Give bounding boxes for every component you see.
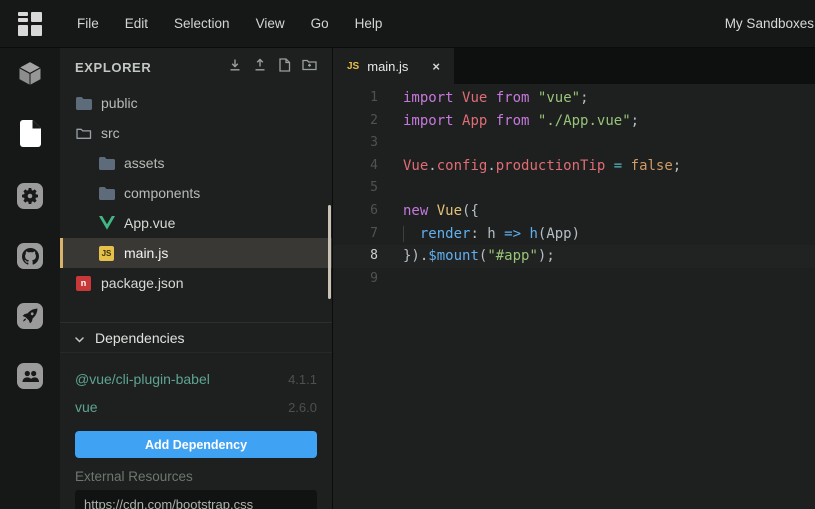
add-dependency-button[interactable]: Add Dependency [75, 431, 317, 458]
file-main-js[interactable]: JSmain.js [60, 238, 332, 268]
main-menu: FileEditSelectionViewGoHelp [64, 10, 395, 37]
line-number: 3 [333, 132, 378, 155]
file-tree: publicsrcassetscomponentsApp.vueJSmain.j… [60, 88, 332, 298]
dependencies-title: Dependencies [95, 330, 185, 346]
dependency-vue[interactable]: vue 2.6.0 [60, 393, 332, 421]
gear-icon [17, 183, 43, 209]
menu-bar: FileEditSelectionViewGoHelp My Sandboxes [0, 0, 815, 48]
menu-view[interactable]: View [243, 10, 298, 37]
menu-go[interactable]: Go [298, 10, 342, 37]
dependency--vue-cli-plugin-babel[interactable]: @vue/cli-plugin-babel 4.1.1 [60, 365, 332, 393]
explorer-panel: EXPLORER publicsrcassetscomponentsApp.vu… [60, 48, 333, 509]
line-number: 5 [333, 177, 378, 200]
my-sandboxes-link[interactable]: My Sandboxes [725, 16, 815, 31]
activity-deployment[interactable] [16, 302, 44, 330]
external-resource-input[interactable] [75, 490, 317, 509]
activity-live[interactable] [16, 362, 44, 390]
line-number: 9 [333, 268, 378, 291]
code-line-6: 6new Vue({ [333, 200, 815, 223]
tab-main-js[interactable]: JS main.js × [333, 48, 454, 84]
line-number: 1 [333, 87, 378, 110]
folder-components[interactable]: components [60, 178, 332, 208]
line-number: 8 [333, 245, 378, 268]
tab-bar: JS main.js × [333, 48, 815, 84]
editor-panel: JS main.js × 1import Vue from "vue";2imp… [333, 48, 815, 509]
dependency-name: vue [75, 399, 98, 415]
js-file-icon: JS [347, 61, 359, 72]
file-icon [20, 120, 41, 152]
explorer-title: EXPLORER [75, 60, 151, 75]
line-number: 6 [333, 200, 378, 223]
folder-icon [98, 187, 115, 200]
codesandbox-app: FileEditSelectionViewGoHelp My Sandboxes… [0, 0, 815, 509]
explorer-scrollbar[interactable] [328, 205, 331, 299]
folder-icon [75, 97, 92, 110]
activity-file-explorer[interactable] [16, 122, 44, 150]
tab-close-icon[interactable]: × [432, 59, 440, 74]
code-line-4: 4Vue.config.productionTip = false; [333, 155, 815, 178]
dependencies-header[interactable]: Dependencies [60, 323, 332, 353]
npm-file-icon: n [75, 276, 92, 291]
upload-files-button[interactable] [253, 58, 267, 77]
new-file-button[interactable] [278, 58, 291, 77]
code-line-7: 7 render: h => h(App) [333, 223, 815, 246]
cube-icon [17, 60, 43, 92]
export-zip-button[interactable] [228, 58, 242, 77]
new-folder-button[interactable] [302, 58, 317, 77]
folder-public[interactable]: public [60, 88, 332, 118]
code-line-5: 5 [333, 177, 815, 200]
activity-sandbox-settings[interactable] [16, 182, 44, 210]
main-area: EXPLORER publicsrcassetscomponentsApp.vu… [0, 48, 815, 509]
new-file-icon [278, 58, 291, 77]
tab-label: main.js [367, 59, 408, 74]
menu-selection[interactable]: Selection [161, 10, 243, 37]
users-icon [17, 363, 43, 389]
folder-src[interactable]: src [60, 118, 332, 148]
line-number: 7 [333, 223, 378, 246]
file-app-vue[interactable]: App.vue [60, 208, 332, 238]
folder-icon [98, 157, 115, 170]
upload-icon [253, 58, 267, 77]
menu-file[interactable]: File [64, 10, 112, 37]
download-icon [228, 58, 242, 77]
dependencies-list: @vue/cli-plugin-babel 4.1.1 vue 2.6.0 [60, 365, 332, 421]
menu-help[interactable]: Help [342, 10, 396, 37]
activity-sandbox-info[interactable] [16, 62, 44, 90]
code-line-1: 1import Vue from "vue"; [333, 87, 815, 110]
activity-github[interactable] [16, 242, 44, 270]
file-package-json[interactable]: npackage.json [60, 268, 332, 298]
github-icon [17, 243, 43, 269]
dependency-name: @vue/cli-plugin-babel [75, 371, 210, 387]
activity-bar [0, 48, 60, 509]
folder-assets[interactable]: assets [60, 148, 332, 178]
explorer-header: EXPLORER [60, 48, 332, 86]
dependency-version: 2.6.0 [288, 400, 317, 415]
dependency-version: 4.1.1 [288, 372, 317, 387]
code-line-3: 3 [333, 132, 815, 155]
chevron-down-icon [75, 330, 84, 346]
code-line-8: 8}).$mount("#app"); [333, 245, 815, 268]
js-file-icon: JS [98, 246, 115, 261]
explorer-actions [228, 58, 317, 77]
folder-open-icon [75, 127, 92, 140]
rocket-icon [17, 303, 43, 329]
vue-file-icon [98, 216, 115, 230]
line-number: 4 [333, 155, 378, 178]
external-resources-label: External Resources [75, 469, 317, 484]
new-folder-icon [302, 58, 317, 76]
codesandbox-logo-icon[interactable] [18, 12, 42, 36]
code-editor[interactable]: 1import Vue from "vue";2import App from … [333, 84, 815, 290]
code-line-9: 9 [333, 268, 815, 291]
menu-edit[interactable]: Edit [112, 10, 161, 37]
code-line-2: 2import App from "./App.vue"; [333, 110, 815, 133]
line-number: 2 [333, 110, 378, 133]
